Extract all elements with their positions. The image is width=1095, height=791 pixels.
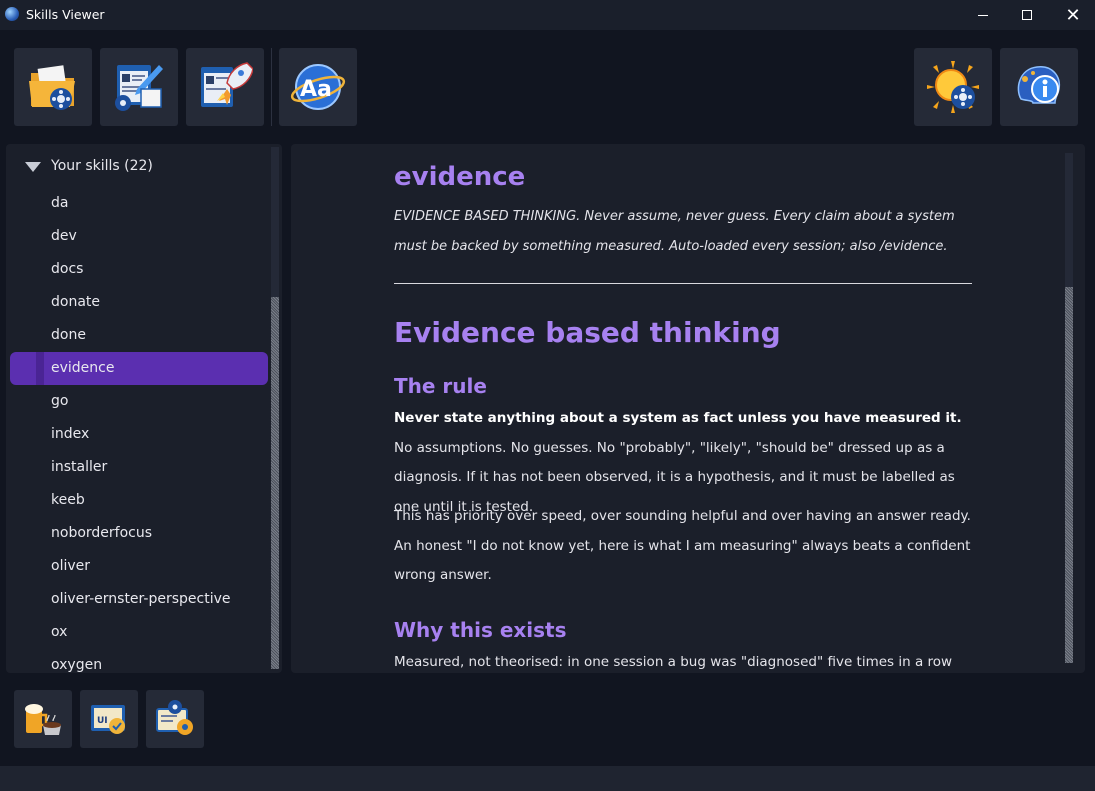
sidebar-item-label: donate xyxy=(51,294,101,310)
document-rocket-icon xyxy=(201,62,253,107)
sidebar-item-label: oxygen xyxy=(51,657,103,673)
window-title: Skills Viewer xyxy=(26,7,105,22)
skill-description: EVIDENCE BASED THINKING. Never assume, n… xyxy=(394,209,955,254)
sidebar-item-keeb[interactable]: keeb xyxy=(6,484,268,517)
why-heading: Why this exists xyxy=(394,618,567,642)
sidebar-item-index[interactable]: index xyxy=(6,418,268,451)
svg-text:Aa: Aa xyxy=(300,77,332,102)
beer-coffee-icon xyxy=(25,704,61,735)
theme-toggle-button[interactable] xyxy=(914,48,992,126)
skills-list: da dev docs donate done evidence go inde… xyxy=(6,187,268,673)
svg-text:UI: UI xyxy=(97,716,108,726)
sun-theme-icon xyxy=(927,61,979,113)
sidebar-item-go[interactable]: go xyxy=(6,385,268,418)
sidebar-item-label: done xyxy=(51,327,86,343)
sidebar-item-label: oliver xyxy=(51,558,90,574)
close-button[interactable]: ✕ xyxy=(1050,0,1095,30)
maximize-button[interactable] xyxy=(1004,0,1050,30)
sidebar-item-label: docs xyxy=(51,261,84,277)
document-edit-icon xyxy=(115,65,163,111)
app-globe-icon xyxy=(5,7,19,21)
maximize-icon xyxy=(1022,10,1032,20)
sidebar-item-label: ox xyxy=(51,624,68,640)
open-folder-button[interactable] xyxy=(14,48,92,126)
content-scroll-thumb[interactable] xyxy=(1065,287,1073,663)
launch-document-button[interactable] xyxy=(186,48,264,126)
sidebar-item-label: da xyxy=(51,195,69,211)
minimize-icon xyxy=(978,14,988,16)
rule-bold-text: Never state anything about a system as f… xyxy=(394,410,962,426)
sidebar-item-oxygen[interactable]: oxygen xyxy=(6,649,268,673)
why-paragraph: Measured, not theorised: in one session … xyxy=(394,654,953,670)
sidebar-item-label: index xyxy=(51,426,90,442)
sidebar-item-label: keeb xyxy=(51,492,85,508)
divider xyxy=(394,283,972,284)
sidebar-item-oliver-ernster-perspective[interactable]: oliver-ernster-perspective xyxy=(6,583,268,616)
certificate-gear-icon xyxy=(156,700,193,735)
sidebar-item-label: noborderfocus xyxy=(51,525,153,541)
sidebar-item-ox[interactable]: ox xyxy=(6,616,268,649)
sidebar-item-done[interactable]: done xyxy=(6,319,268,352)
certificate-badge-icon: UI xyxy=(91,705,125,734)
info-icon xyxy=(1017,66,1061,104)
selection-notch xyxy=(36,352,44,385)
title-bar: Skills Viewer ✕ xyxy=(0,0,1095,30)
toolbar-separator xyxy=(271,48,272,126)
folder-film-icon xyxy=(29,65,75,110)
rule-heading: The rule xyxy=(394,374,487,398)
sidebar-item-installer[interactable]: installer xyxy=(6,451,268,484)
sidebar-scroll-thumb[interactable] xyxy=(271,297,279,669)
sidebar-item-label: evidence xyxy=(51,360,115,376)
about-button[interactable] xyxy=(1000,48,1078,126)
certificate-button[interactable]: UI xyxy=(80,690,138,748)
sidebar-item-label: installer xyxy=(51,459,108,475)
sidebar-item-donate[interactable]: donate xyxy=(6,286,268,319)
sidebar-item-oliver[interactable]: oliver xyxy=(6,550,268,583)
skills-tree-header[interactable]: Your skills (22) xyxy=(6,156,266,178)
doc-heading: Evidence based thinking xyxy=(394,316,781,349)
sidebar-scrollbar[interactable] xyxy=(269,147,280,669)
sidebar-item-label: dev xyxy=(51,228,77,244)
edit-document-button[interactable] xyxy=(100,48,178,126)
skill-name-title: evidence xyxy=(394,162,526,192)
donate-button[interactable] xyxy=(14,690,72,748)
font-aa-icon: Aa xyxy=(290,64,346,110)
content-scrollbar[interactable] xyxy=(1063,153,1074,663)
sidebar-item-label: oliver-ernster-perspective xyxy=(51,591,231,607)
skill-content-panel: evidence EVIDENCE BASED THINKING. Never … xyxy=(291,144,1085,673)
close-icon: ✕ xyxy=(1065,4,1081,26)
sidebar-item-label: go xyxy=(51,393,69,409)
skills-tree-label: Your skills (22) xyxy=(51,158,153,174)
font-settings-button[interactable]: Aa xyxy=(279,48,357,126)
sidebar-item-dev[interactable]: dev xyxy=(6,220,268,253)
sidebar-item-noborderfocus[interactable]: noborderfocus xyxy=(6,517,268,550)
collapse-triangle-icon[interactable] xyxy=(25,162,41,172)
sidebar-item-evidence[interactable]: evidence xyxy=(10,352,268,385)
status-bar xyxy=(0,766,1095,791)
priority-paragraph: This has priority over speed, over sound… xyxy=(394,508,971,583)
skills-sidebar: Your skills (22) da dev docs donate done… xyxy=(6,144,282,673)
minimize-button[interactable] xyxy=(960,0,1006,30)
sidebar-item-da[interactable]: da xyxy=(6,187,268,220)
settings-certificate-button[interactable] xyxy=(146,690,204,748)
sidebar-item-docs[interactable]: docs xyxy=(6,253,268,286)
